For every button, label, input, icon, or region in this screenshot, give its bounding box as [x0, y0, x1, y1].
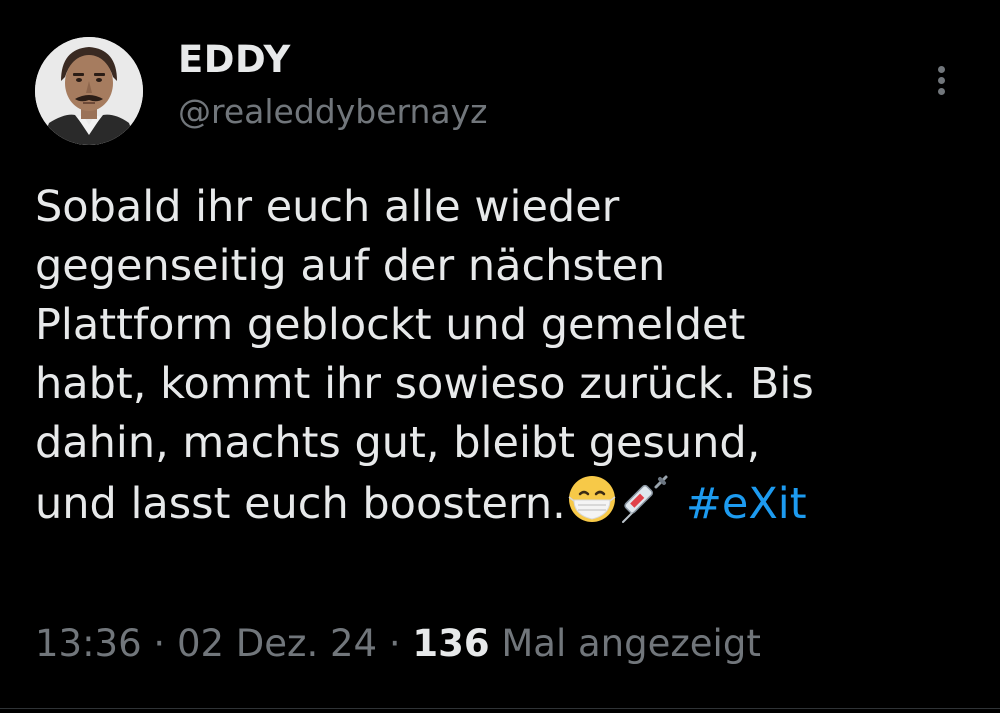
tweet-time[interactable]: 13:36: [35, 622, 142, 665]
more-vertical-icon[interactable]: [928, 60, 956, 100]
meta-separator: ·: [377, 622, 413, 665]
tweet-text-line: Sobald ihr euch alle wieder: [35, 182, 620, 232]
author-handle[interactable]: @realeddybernayz: [178, 90, 488, 134]
tweet-text-line: gegenseitig auf der nächsten: [35, 241, 666, 291]
avatar[interactable]: [35, 37, 143, 145]
tweet-text-last-line: und lasst euch boostern. #eXit: [35, 473, 970, 534]
tweet-meta: 13:36 · 02 Dez. 24 · 136 Mal angezeigt: [35, 618, 761, 670]
avatar-image: [35, 37, 143, 145]
divider: [0, 708, 1000, 709]
views-label: Mal angezeigt: [489, 622, 761, 665]
hashtag-link[interactable]: #eXit: [686, 479, 807, 529]
face-with-medical-mask-emoji: [568, 476, 616, 522]
author-display-name[interactable]: EDDY: [178, 36, 291, 84]
tweet-date[interactable]: 02 Dez. 24: [177, 622, 377, 665]
tweet-text-line: und lasst euch boostern.: [35, 479, 566, 529]
tweet-card[interactable]: EDDY @realeddybernayz Sobald ihr euch al…: [0, 0, 1000, 713]
tweet-text-line: habt, kommt ihr sowieso zurück. Bis: [35, 359, 814, 409]
tweet-text-line: dahin, machts gut, bleibt gesund,: [35, 418, 761, 468]
meta-separator: ·: [141, 622, 177, 665]
tweet-text-line: Plattform geblockt und gemeldet: [35, 300, 746, 350]
tweet-text: Sobald ihr euch alle wieder gegenseitig …: [35, 178, 970, 534]
syringe-emoji: [621, 475, 668, 523]
views-count[interactable]: 136: [412, 622, 489, 665]
